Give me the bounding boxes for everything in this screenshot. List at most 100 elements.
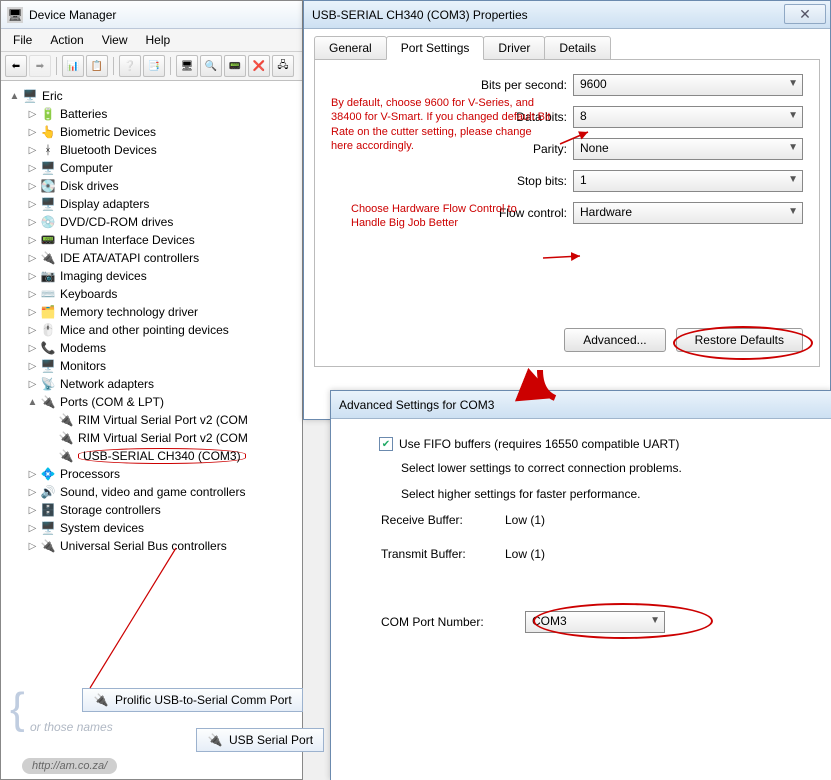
tree-node[interactable]: 🔌RIM Virtual Serial Port v2 (COM [5,411,298,429]
stopbits-select[interactable]: 1 [573,170,803,192]
device-icon: 🗄️ [40,502,56,518]
expand-icon[interactable]: ▷ [27,181,38,192]
tab-details[interactable]: Details [544,36,611,60]
tree-label: RIM Virtual Serial Port v2 (COM [78,431,248,445]
fifo-label: Use FIFO buffers (requires 16550 compati… [399,437,679,451]
tree-label: Imaging devices [60,269,147,283]
tree-node[interactable]: 🔌RIM Virtual Serial Port v2 (COM [5,429,298,447]
device-icon: 🔋 [40,106,56,122]
expand-icon[interactable]: ▷ [27,343,38,354]
tree-root[interactable]: ▲🖥️Eric [5,87,298,105]
tab-general[interactable]: General [314,36,387,60]
expand-icon[interactable]: ▷ [27,325,38,336]
menu-help[interactable]: Help [138,31,179,49]
tree-node[interactable]: ▷💽Disk drives [5,177,298,195]
expand-icon[interactable]: ▷ [27,163,38,174]
tree-node[interactable]: ▷🖥️Monitors [5,357,298,375]
toolbar-icon[interactable]: 📟 [224,55,246,77]
parity-select[interactable]: None [573,138,803,160]
tree-label: Storage controllers [60,503,161,517]
tree-node[interactable]: ▷💿DVD/CD-ROM drives [5,213,298,231]
expand-icon[interactable]: ▷ [27,307,38,318]
tree-node[interactable]: 🔌USB-SERIAL CH340 (COM3) [5,447,298,465]
uninstall-icon[interactable]: ❌ [248,55,270,77]
tree-label: Biometric Devices [60,125,156,139]
expand-icon[interactable]: ▲ [27,397,38,408]
tree-node[interactable]: ▷📞Modems [5,339,298,357]
fifo-checkbox[interactable]: ✔ [379,437,393,451]
expand-icon[interactable]: ▷ [27,109,38,120]
menu-action[interactable]: Action [42,31,91,49]
tree-node[interactable]: ▷📟Human Interface Devices [5,231,298,249]
tree-node[interactable]: ▷🔋Batteries [5,105,298,123]
device-icon: 📟 [40,232,56,248]
device-tree[interactable]: ▲🖥️Eric ▷🔋Batteries▷👆Biometric Devices▷ᚼ… [1,81,302,561]
expand-icon[interactable]: ▷ [27,469,38,480]
device-icon: 🖱️ [40,322,56,338]
tab-port-settings[interactable]: Port Settings [386,36,485,60]
tree-label: USB-SERIAL CH340 (COM3) [78,448,246,464]
expand-icon[interactable]: ▷ [27,127,38,138]
close-button[interactable]: ✕ [784,4,826,24]
tree-node[interactable]: ▷🗂️Memory technology driver [5,303,298,321]
restore-defaults-button[interactable]: Restore Defaults [676,328,803,352]
tree-node[interactable]: ▲🔌Ports (COM & LPT) [5,393,298,411]
device-icon: 🔌 [58,448,74,464]
expand-icon[interactable]: ▷ [27,235,38,246]
advanced-button[interactable]: Advanced... [564,328,665,352]
toolbar-icon[interactable]: 🖧 [272,55,294,77]
help-icon[interactable]: ❔ [119,55,141,77]
device-icon: 📡 [40,376,56,392]
tree-node[interactable]: ▷🔊Sound, video and game controllers [5,483,298,501]
tree-node[interactable]: ▷⌨️Keyboards [5,285,298,303]
expand-icon[interactable]: ▷ [27,217,38,228]
back-button[interactable]: ⬅ [5,55,27,77]
tree-node[interactable]: ▷📷Imaging devices [5,267,298,285]
tree-node[interactable]: ▷ᚼBluetooth Devices [5,141,298,159]
expand-icon[interactable]: ▷ [27,361,38,372]
tree-node[interactable]: ▷🖥️Display adapters [5,195,298,213]
expand-icon[interactable]: ▷ [27,541,38,552]
databits-select[interactable]: 8 [573,106,803,128]
tabstrip: General Port Settings Driver Details [304,29,830,59]
tree-node[interactable]: ▷🖥️System devices [5,519,298,537]
menu-file[interactable]: File [5,31,40,49]
watermark-url: http://am.co.za/ [22,758,117,774]
dialog-title: USB-SERIAL CH340 (COM3) Properties [312,8,528,22]
tree-node[interactable]: ▷👆Biometric Devices [5,123,298,141]
tab-driver[interactable]: Driver [483,36,545,60]
expand-icon[interactable]: ▷ [27,523,38,534]
expand-icon[interactable]: ▷ [27,253,38,264]
rx-label: Receive Buffer: [381,513,491,527]
advanced-settings-dialog: Advanced Settings for COM3 ✔ Use FIFO bu… [330,390,831,780]
menu-view[interactable]: View [94,31,136,49]
tree-node[interactable]: ▷🔌IDE ATA/ATAPI controllers [5,249,298,267]
titlebar: 🖥 Device Manager [1,1,302,29]
comport-select[interactable]: COM3 [525,611,665,633]
expand-icon[interactable]: ▷ [27,271,38,282]
tree-node[interactable]: ▷💠Processors [5,465,298,483]
scan-icon[interactable]: 🖥 [176,55,198,77]
expand-icon[interactable]: ▷ [27,145,38,156]
scan-hw-icon[interactable]: 🔍 [200,55,222,77]
expand-icon[interactable]: ▷ [27,487,38,498]
flow-select[interactable]: Hardware [573,202,803,224]
expand-icon[interactable]: ▷ [27,199,38,210]
tree-node[interactable]: ▷🖱️Mice and other pointing devices [5,321,298,339]
expand-icon[interactable]: ▷ [27,289,38,300]
tree-node[interactable]: ▷🖥️Computer [5,159,298,177]
fwd-button[interactable]: ➡ [29,55,51,77]
toolbar-icon[interactable]: 📋 [86,55,108,77]
tree-node[interactable]: ▷📡Network adapters [5,375,298,393]
toolbar-icon[interactable]: 📑 [143,55,165,77]
bps-select[interactable]: 9600 [573,74,803,96]
device-manager-window: 🖥 Device Manager File Action View Help ⬅… [0,0,303,780]
computer-icon: 🖥️ [22,88,38,104]
menubar: File Action View Help [1,29,302,52]
expand-icon[interactable]: ▷ [27,505,38,516]
tree-node[interactable]: ▷🔌Universal Serial Bus controllers [5,537,298,555]
tree-node[interactable]: ▷🗄️ Storage controllers [5,501,298,519]
tree-label: Modems [60,341,106,355]
toolbar-icon[interactable]: 📊 [62,55,84,77]
expand-icon[interactable]: ▷ [27,379,38,390]
